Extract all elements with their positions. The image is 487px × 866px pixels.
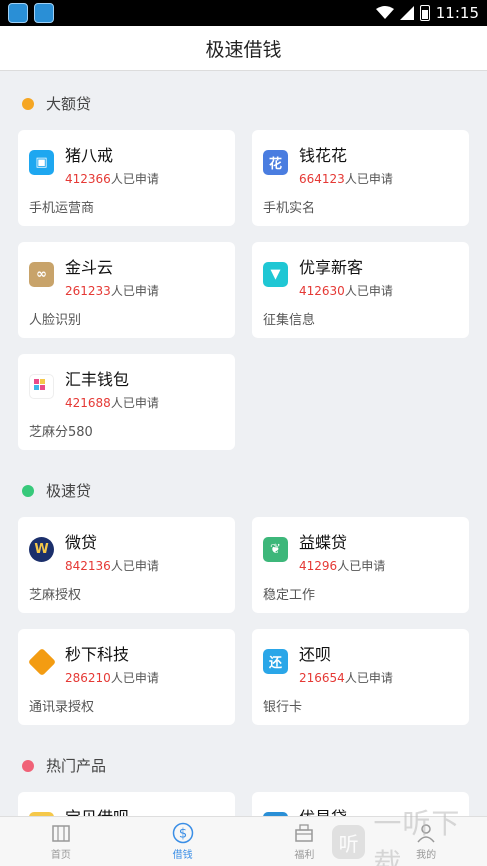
product-requirement: 芝麻分580 [29,425,93,440]
section-dot-icon [22,759,34,772]
section-header-hot-products: 热门产品 [22,755,106,776]
product-card[interactable]: ▼ 优享新客 412630人已申请 征集信息 [252,242,469,338]
product-list[interactable]: 大额贷 ▣ 猪八戒 412366人已申请 手机运营商 花 钱花花 664123人… [0,72,487,816]
dollar-icon: $ [172,822,194,844]
apply-count: 664123人已申请 [299,172,393,186]
product-requirement: 稳定工作 [263,588,316,603]
qianhuahua-logo-icon: 花 [263,150,288,175]
product-name: 还呗 [299,645,332,664]
section-header-large-loan: 大额贷 [22,93,91,114]
product-requirement: 手机运营商 [29,201,95,216]
huanbei-logo-icon: 还 [263,649,288,674]
product-card[interactable]: ∞ 金斗云 261233人已申请 人脸识别 [18,242,235,338]
product-name: 秒下科技 [65,645,130,664]
section-title: 大额贷 [46,95,92,113]
product-card[interactable]: W 微贷 842136人已申请 芝麻授权 [18,517,235,613]
home-icon [50,822,72,844]
product-card[interactable]: 汇丰钱包 421688人已申请 芝麻分580 [18,354,235,450]
apply-count: 421688人已申请 [65,396,159,410]
tab-home[interactable]: 首页 [0,817,122,866]
product-name: 益蝶贷 [299,533,348,552]
miaoxia-logo-icon [27,647,57,677]
notification-app-icon [34,3,54,23]
section-title: 热门产品 [46,757,107,775]
watermark-logo: 听 一听下载 [332,807,487,866]
watermark-badge: 听 [332,825,366,859]
pig-logo-icon: ▣ [29,150,54,175]
tab-label: 借钱 [172,850,193,861]
tab-label: 福利 [294,850,315,861]
product-name: 微贷 [65,533,98,552]
product-name: 优易贷 [299,804,347,816]
section-dot-icon [22,484,34,497]
product-name: 猪八戒 [65,146,114,165]
apply-count: 412630人已申请 [299,284,393,298]
status-bar: 11:15 [0,0,487,26]
product-requirement: 芝麻授权 [29,588,82,603]
apply-count: 842136人已申请 [65,559,159,573]
product-name: 优享新客 [299,258,364,277]
product-requirement: 人脸识别 [29,313,82,328]
section-dot-icon [22,97,34,110]
product-name: 钱花花 [299,146,348,165]
apply-count: 41296人已申请 [299,559,386,573]
section-header-fast-loan: 极速贷 [22,480,91,501]
notification-app-icon [8,3,28,23]
butterfly-logo-icon: ❦ [263,537,288,562]
huifeng-logo-icon [29,374,54,399]
product-requirement: 银行卡 [263,700,303,715]
weidai-logo-icon: W [29,537,54,562]
tab-label: 首页 [50,850,71,861]
product-name: 金斗云 [65,258,114,277]
tab-borrow[interactable]: $ 借钱 [122,817,244,866]
title-bar: 极速借钱 [0,26,487,71]
product-card[interactable]: ❦ 益蝶贷 41296人已申请 稳定工作 [252,517,469,613]
apply-count: 412366人已申请 [65,172,159,186]
product-requirement: 手机实名 [263,201,316,216]
product-name: 宝贝借呗 [65,804,129,816]
product-card[interactable]: 秒下科技 286210人已申请 通讯录授权 [18,629,235,725]
section-title: 极速贷 [46,482,92,500]
page-title: 极速借钱 [205,38,282,61]
product-name: 汇丰钱包 [65,370,130,389]
product-card[interactable]: 宝贝借呗 [18,792,235,816]
product-card[interactable]: ▣ 猪八戒 412366人已申请 手机运营商 [18,130,235,226]
wifi-icon [375,6,394,19]
apply-count: 261233人已申请 [65,284,159,298]
clock: 11:15 [435,4,479,22]
product-requirement: 通讯录授权 [29,700,95,715]
gift-icon [293,822,315,844]
cloud-logo-icon: ∞ [29,262,54,287]
battery-icon [419,5,430,21]
watermark-text: 一听下载 [373,807,461,866]
apply-count: 286210人已申请 [65,671,159,685]
signal-icon [399,6,414,20]
product-card[interactable]: 花 钱花花 664123人已申请 手机实名 [252,130,469,226]
tie-logo-icon: ▼ [263,262,288,287]
svg-text:$: $ [178,827,186,842]
product-requirement: 征集信息 [263,313,316,328]
apply-count: 216654人已申请 [299,671,393,685]
product-card[interactable]: 还 还呗 216654人已申请 银行卡 [252,629,469,725]
